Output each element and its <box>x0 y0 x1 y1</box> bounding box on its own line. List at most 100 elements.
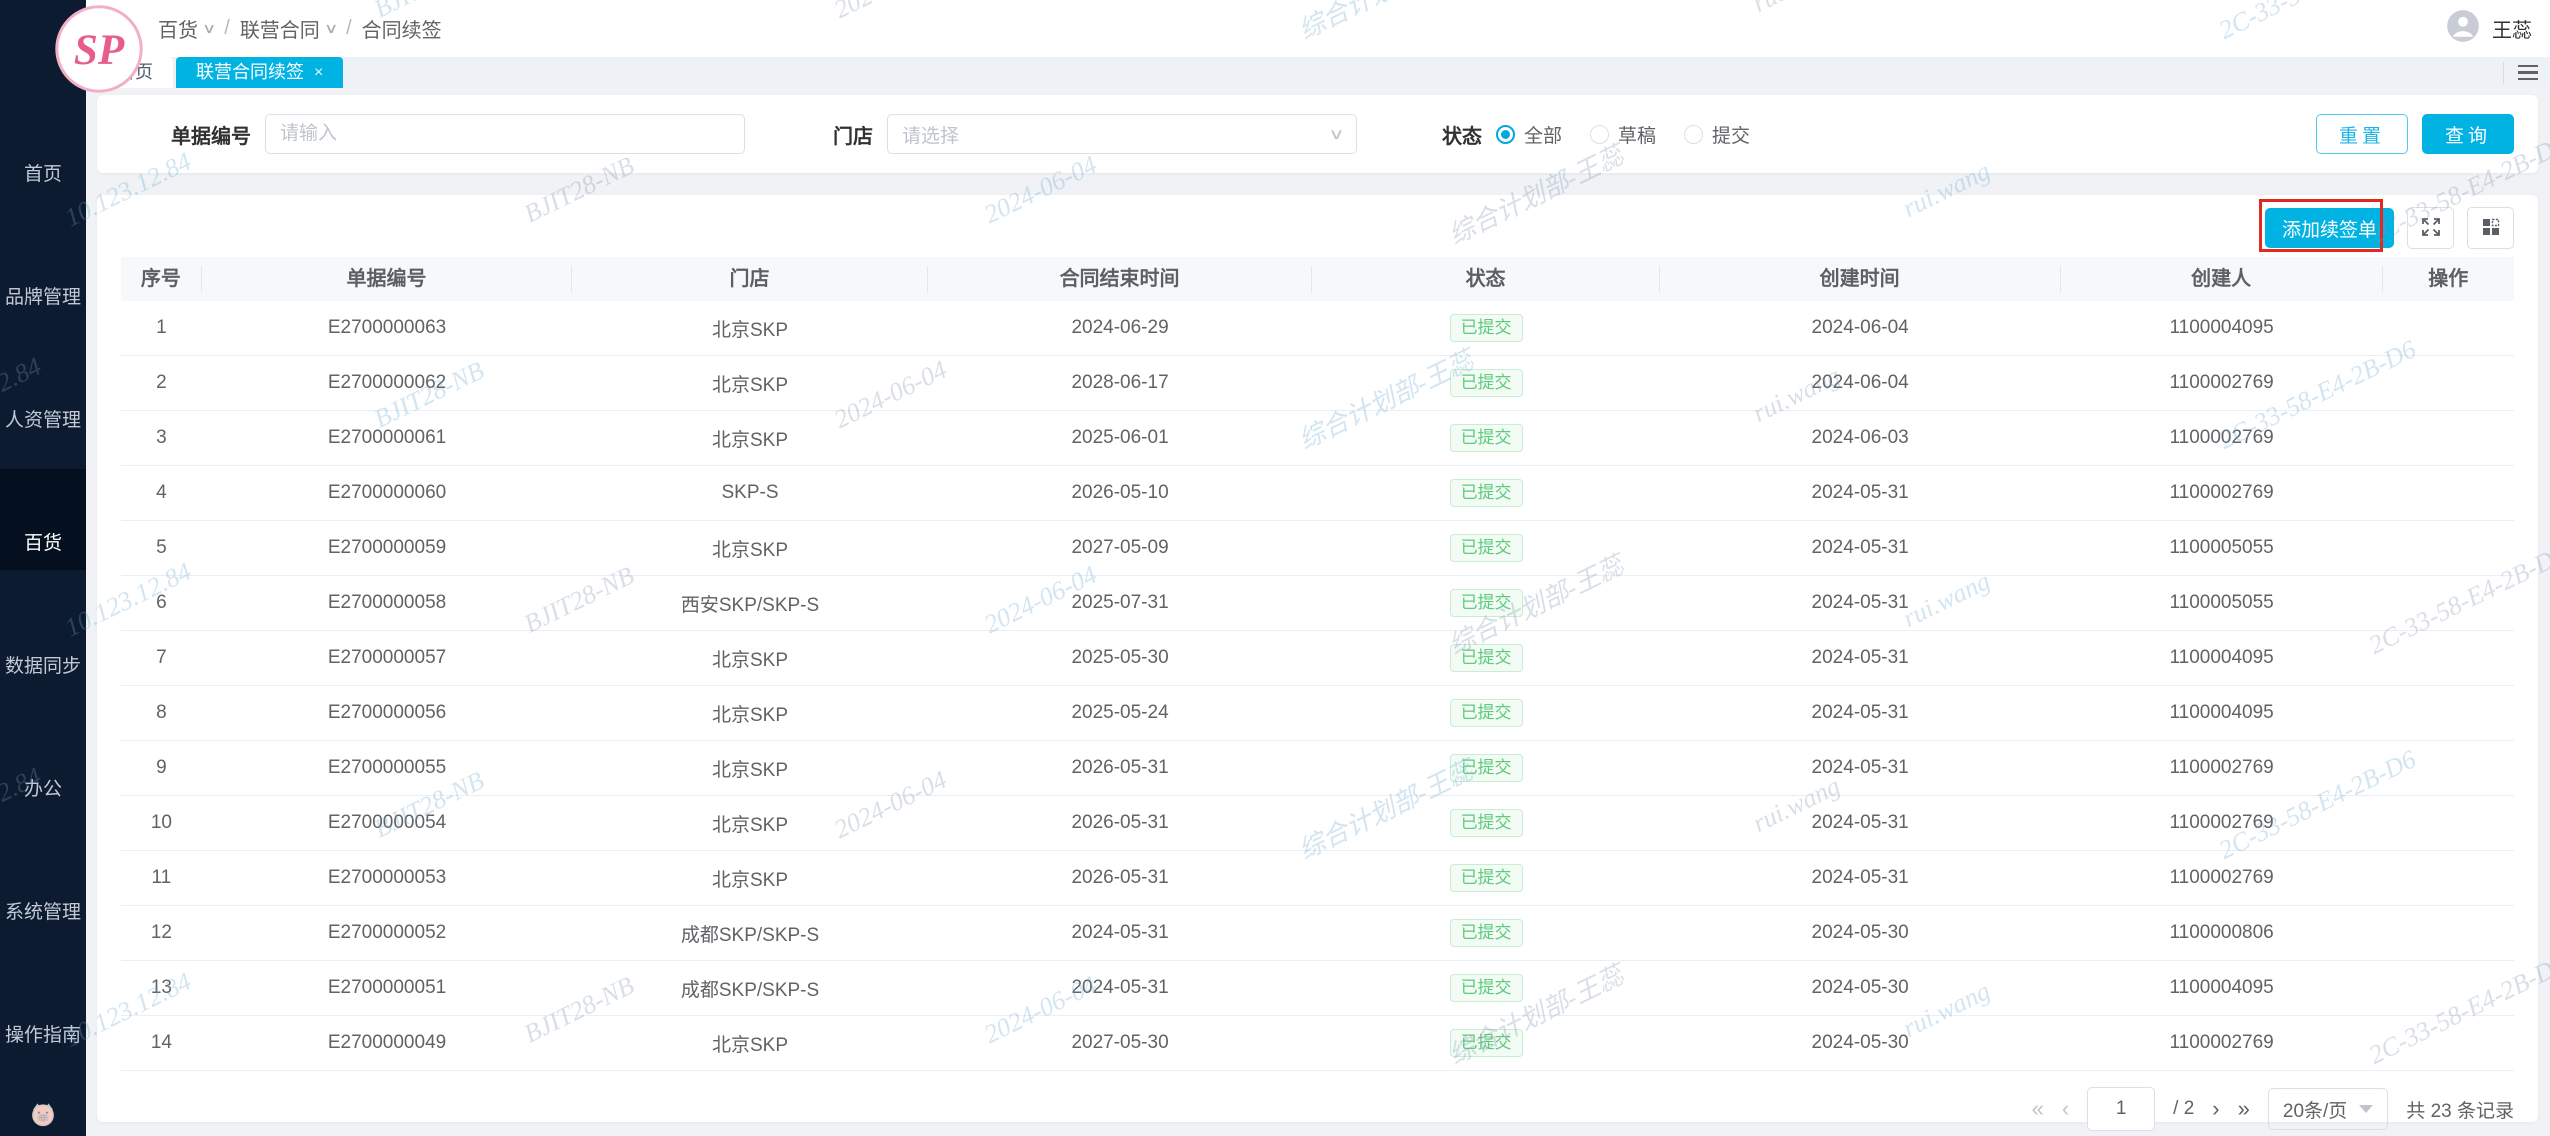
sidebar-item-操作指南[interactable]: 操作指南 <box>0 961 86 1062</box>
cell-doc_no: E2700000054 <box>327 812 447 833</box>
page-size-select[interactable]: 20条/页 <box>2267 1088 2389 1130</box>
sidebar-item-人资管理[interactable]: 人资管理 <box>0 346 86 447</box>
fullscreen-button[interactable] <box>2407 207 2454 249</box>
edit-button[interactable] <box>2434 917 2462 948</box>
search-button[interactable]: 查询 <box>2421 114 2514 154</box>
cell-status: 已提交 <box>1312 753 1659 783</box>
sidebar-item-首页[interactable]: 首页 <box>0 100 86 201</box>
edit-icon <box>2436 491 2460 506</box>
sidebar-item-系统管理[interactable]: 系统管理 <box>0 838 86 939</box>
cell-status: 已提交 <box>1312 1028 1659 1058</box>
store-field: 门店 请选择 ∨ <box>833 114 1357 154</box>
sidebar-item-label: 品牌管理 <box>4 287 81 308</box>
close-icon[interactable]: × <box>314 57 323 88</box>
status-badge: 已提交 <box>1449 863 1523 893</box>
sidebar-item-品牌管理[interactable]: 品牌管理 <box>0 223 86 324</box>
edit-button[interactable] <box>2434 532 2462 563</box>
app-logo[interactable]: SP <box>54 4 144 94</box>
cell-store: 北京SKP <box>712 429 789 451</box>
edit-button[interactable] <box>2434 972 2462 1003</box>
column-header-创建时间: 创建时间 <box>1660 266 2061 292</box>
edit-button[interactable] <box>2434 807 2462 838</box>
prev-page-button[interactable]: ‹ <box>2062 1096 2069 1122</box>
status-radio-全部[interactable]: 全部 <box>1496 121 1562 148</box>
reset-button[interactable]: 重置 <box>2315 114 2408 154</box>
cell-creator: 1100004095 <box>2169 647 2274 668</box>
edit-icon <box>2436 601 2460 616</box>
edit-button[interactable] <box>2434 862 2462 893</box>
first-page-button[interactable]: « <box>2032 1096 2044 1122</box>
table-row: 13 E2700000051 成都SKP/SKP-S 2024-05-31 已提交 202… <box>121 961 2514 1016</box>
tab-list-menu-icon[interactable] <box>2514 61 2542 85</box>
table-row: 6 E2700000058 西安SKP/SKP-S 2025-07-31 已提交 2024… <box>121 576 2514 631</box>
sidebar-item-办公[interactable]: 办公 <box>0 715 86 816</box>
radio-icon <box>1496 124 1515 144</box>
edit-button[interactable] <box>2434 1027 2462 1058</box>
breadcrumb-item-label: 合同续签 <box>361 20 442 42</box>
edit-button[interactable] <box>2434 367 2462 398</box>
cell-no: 7 <box>156 647 167 668</box>
tab-联营合同续签[interactable]: 联营合同续签 × <box>176 57 344 88</box>
cell-creator: 1100002769 <box>2169 427 2274 448</box>
sidebar-item-百货[interactable]: 百货 <box>0 469 86 570</box>
edit-button[interactable] <box>2434 697 2462 728</box>
edit-icon <box>2436 1041 2460 1056</box>
cell-status: 已提交 <box>1312 533 1659 563</box>
doc-no-input[interactable] <box>265 114 745 154</box>
edit-icon <box>2436 821 2460 836</box>
cell-creator: 1100004095 <box>2169 702 2274 723</box>
sidebar-item-开发中[interactable]: 开发中 <box>0 1084 86 1136</box>
sidebar-item-数据同步[interactable]: 数据同步 <box>0 592 86 693</box>
next-page-button[interactable]: › <box>2212 1096 2219 1122</box>
cell-doc_no: E2700000049 <box>327 1032 447 1053</box>
edit-button[interactable] <box>2434 587 2462 618</box>
edit-button[interactable] <box>2434 477 2462 508</box>
doc-no-field: 单据编号 <box>171 114 745 154</box>
edit-button[interactable] <box>2434 312 2462 343</box>
layers-icon <box>28 361 58 396</box>
cell-created_at: 2024-05-31 <box>1811 482 1909 503</box>
breadcrumb: 百货 ∨ / 联营合同 ∨ / 合同续签 <box>158 14 442 43</box>
page-number-input[interactable] <box>2087 1087 2156 1131</box>
status-badge: 已提交 <box>1449 643 1523 673</box>
column-settings-button[interactable] <box>2467 207 2514 249</box>
book-icon <box>28 976 58 1011</box>
tab-bar: 首页联营合同续签× <box>86 57 2550 88</box>
last-page-button[interactable]: » <box>2238 1096 2250 1122</box>
cell-end_date: 2025-05-30 <box>1071 647 1169 668</box>
cell-store: 北京SKP <box>712 814 789 836</box>
store-select[interactable]: 请选择 ∨ <box>887 114 1357 154</box>
cell-store: 北京SKP <box>712 649 789 671</box>
cell-created_at: 2024-05-30 <box>1811 1032 1909 1053</box>
total-records-label: 共 23 条记录 <box>2406 1100 2514 1122</box>
chevron-down-icon: ∨ <box>1328 126 1345 143</box>
cell-actions <box>2383 752 2514 784</box>
edit-button[interactable] <box>2434 642 2462 673</box>
sidebar-item-label: 操作指南 <box>4 1025 81 1046</box>
avatar <box>2444 7 2482 50</box>
user-area[interactable]: 王蕊 <box>2444 0 2532 57</box>
cell-creator: 1100002769 <box>2169 757 2274 778</box>
status-radio-草稿[interactable]: 草稿 <box>1590 121 1656 148</box>
breadcrumb-separator: / <box>224 17 230 39</box>
breadcrumb-item[interactable]: 联营合同 ∨ <box>240 14 338 43</box>
cell-status: 已提交 <box>1312 368 1659 398</box>
edit-icon <box>2436 436 2460 451</box>
cell-store: 北京SKP <box>712 704 789 726</box>
edit-button[interactable] <box>2434 752 2462 783</box>
edit-button[interactable] <box>2434 422 2462 453</box>
table-row: 11 E2700000053 北京SKP 2026-05-31 已提交 2024-05-3… <box>121 851 2514 906</box>
status-radio-提交[interactable]: 提交 <box>1684 121 1750 148</box>
cell-status: 已提交 <box>1312 918 1659 948</box>
cell-created_at: 2024-05-30 <box>1811 977 1909 998</box>
breadcrumb-item[interactable]: 合同续签 <box>362 14 442 43</box>
tab-label: 联营合同续签 <box>196 62 304 82</box>
cell-created_at: 2024-05-31 <box>1811 702 1909 723</box>
cell-actions <box>2383 972 2514 1004</box>
cell-store: 北京SKP <box>712 759 789 781</box>
filter-row: 单据编号 门店 请选择 ∨ 状态 全部 草稿 提交 重置 查询 <box>97 95 2538 173</box>
breadcrumb-item[interactable]: 百货 ∨ <box>158 14 216 43</box>
add-renewal-button[interactable]: 添加续签单 <box>2264 208 2394 248</box>
column-header-序号: 序号 <box>121 266 202 292</box>
column-header-合同结束时间: 合同结束时间 <box>928 266 1313 292</box>
